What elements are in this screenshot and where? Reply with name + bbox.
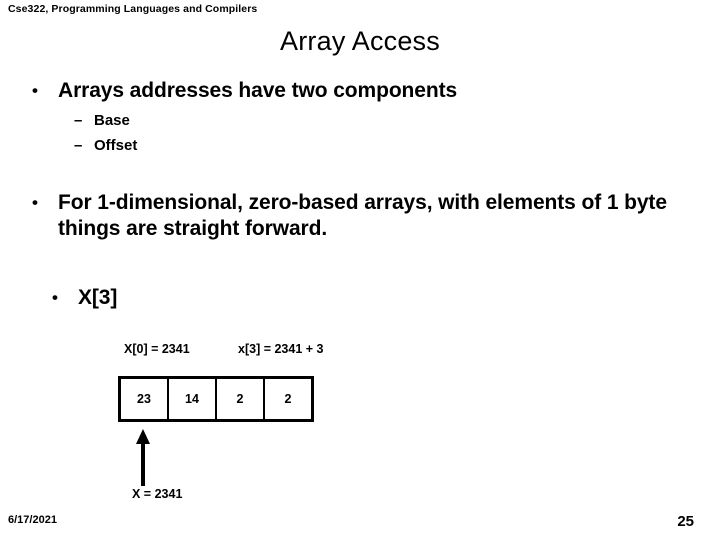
footer-date: 6/17/2021 xyxy=(8,514,57,526)
bullet-text: For 1-dimensional, zero-based arrays, wi… xyxy=(58,191,667,240)
array-label-offset: x[3] = 2341 + 3 xyxy=(238,342,324,356)
array-cell: 2 xyxy=(215,376,265,422)
bullet-marker: • xyxy=(32,81,38,100)
bullet-item-4: • For 1-dimensional, zero-based arrays, … xyxy=(32,190,682,242)
bullet-marker: • xyxy=(32,193,38,212)
bullet-text: X[3] xyxy=(78,286,118,309)
page-title: Array Access xyxy=(280,26,440,56)
bullet-item-3: – Offset xyxy=(74,135,137,156)
slide-header: Cse322, Programming Languages and Compil… xyxy=(8,3,258,15)
slide-canvas: Cse322, Programming Languages and Compil… xyxy=(0,0,720,540)
bullet-item-1: • Arrays addresses have two components xyxy=(32,78,457,104)
bullet-text: Arrays addresses have two components xyxy=(58,79,458,102)
array-cell: 2 xyxy=(263,376,314,422)
bullet-marker: • xyxy=(52,288,58,307)
footer-page-number: 25 xyxy=(677,513,694,530)
array-label-base: X[0] = 2341 xyxy=(124,342,190,356)
bullet-text: Offset xyxy=(94,137,138,154)
up-arrow-icon xyxy=(136,429,150,486)
array-cell: 14 xyxy=(167,376,217,422)
bullet-marker: – xyxy=(74,137,83,154)
array-base-value-label: X = 2341 xyxy=(132,487,183,501)
bullet-item-5: • X[3] xyxy=(52,285,117,311)
array-cell: 23 xyxy=(118,376,169,422)
bullet-marker: – xyxy=(74,112,83,129)
bullet-item-2: – Base xyxy=(74,110,130,131)
bullet-text: Base xyxy=(94,112,130,129)
array-cells-table: 23 14 2 2 xyxy=(118,376,314,422)
table-row: 23 14 2 2 xyxy=(118,376,314,422)
